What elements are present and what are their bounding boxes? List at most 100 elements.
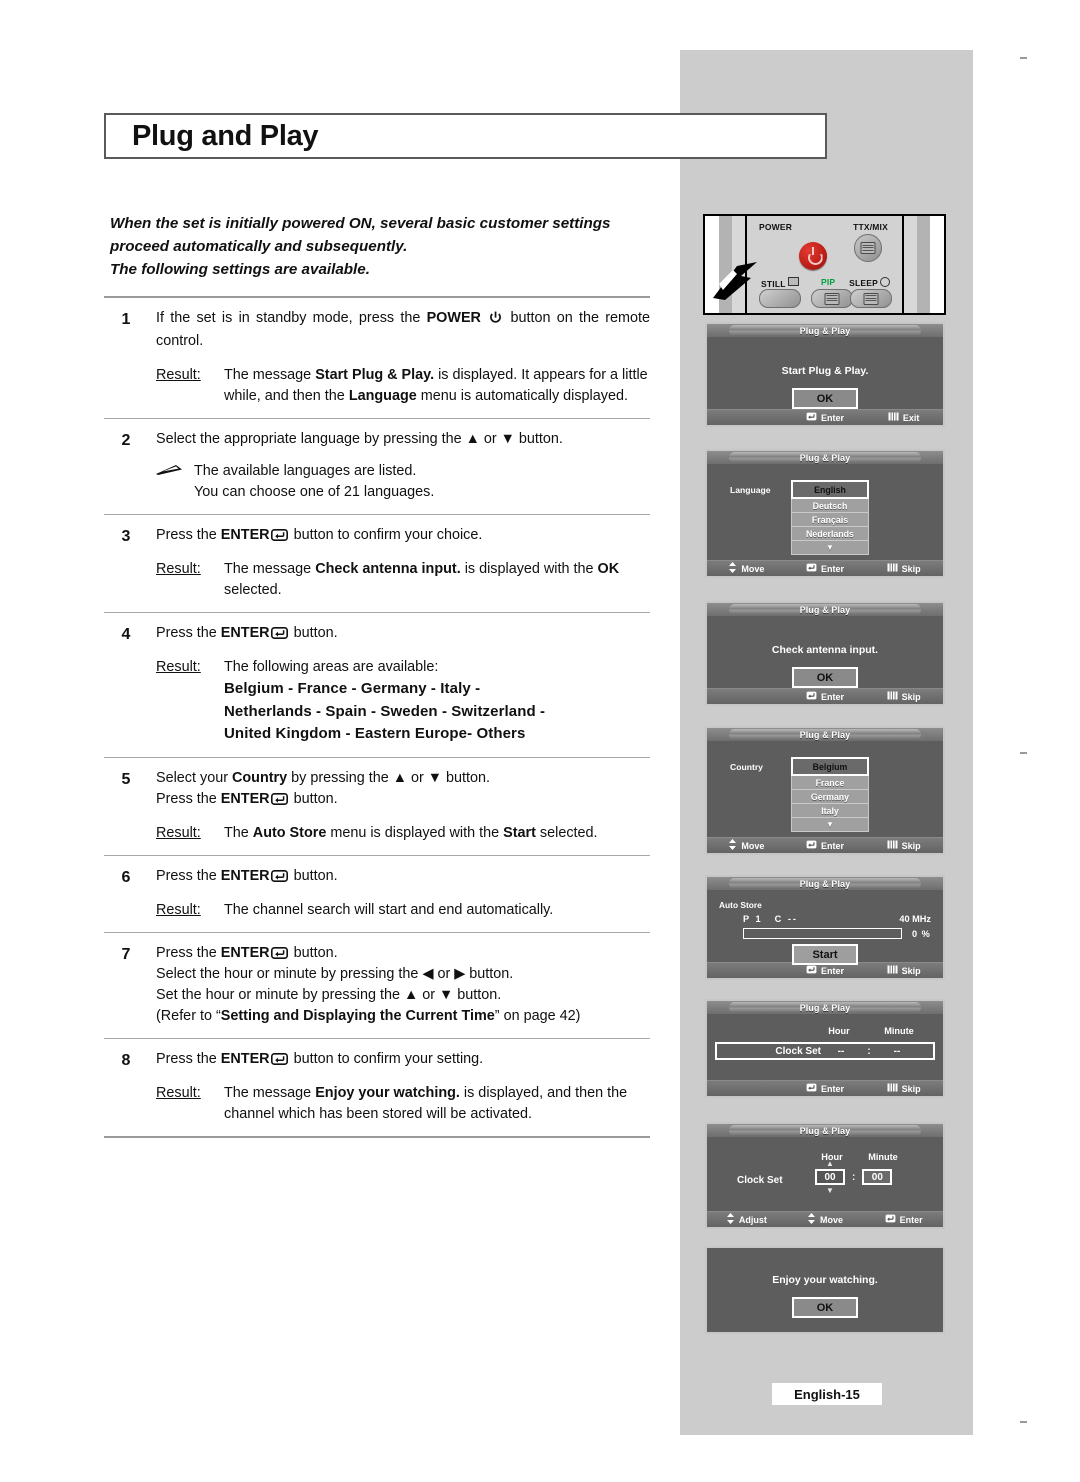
note-line: You can choose one of 21 languages. (194, 483, 435, 500)
osd-footer-item[interactable]: Adjust (707, 1213, 786, 1226)
clock-set-row[interactable]: Clock Set --: -- (715, 1042, 935, 1060)
osd-option-item[interactable]: English (791, 480, 869, 499)
move-arrows-icon (728, 839, 737, 852)
enter-icon (806, 1083, 817, 1094)
exit-icon (887, 840, 898, 849)
emphasis: Check antenna input. (315, 561, 461, 577)
ok-button[interactable]: OK (792, 1297, 858, 1318)
note-row: The available languages are listed. You c… (156, 461, 650, 503)
osd-footer-item[interactable]: Enter (786, 840, 865, 851)
progress-bar (743, 928, 902, 939)
step-line: Press the ENTER button to confirm your c… (156, 527, 483, 544)
osd-footer-item[interactable]: Enter (786, 691, 865, 702)
steps-list: 1 If the set is in standby mode, press th… (104, 296, 650, 1138)
osd-option-item[interactable]: Germany (791, 790, 869, 804)
hour-header: Hour (828, 1026, 850, 1036)
manual-page: Plug and Play When the set is initially … (0, 0, 1080, 1482)
osd-title-text: Plug & Play (799, 604, 851, 615)
result-label: Result: (156, 561, 201, 577)
remote-control-illustration: POWER TTX/MIX STILL PIP SLEEP (703, 214, 946, 315)
sleep-button[interactable] (850, 289, 892, 308)
osd-title-text: Plug & Play (799, 1125, 851, 1136)
osd-footer-item[interactable]: Skip (864, 691, 943, 702)
intro-line: When the set is initially powered ON, se… (110, 215, 611, 256)
osd-footer-item[interactable]: Skip (864, 840, 943, 851)
osd-message: Check antenna input. (771, 644, 879, 656)
ttx-mix-button[interactable] (854, 234, 882, 262)
enter-icon (806, 691, 817, 700)
osd-screen-auto-store: Plug & Play Auto Store P 1 C -- 40 MHz 0 % Sta… (705, 875, 945, 980)
osd-option-item[interactable]: Nederlands (791, 527, 869, 541)
step-item: 8 Press the ENTER button to confirm your … (104, 1039, 650, 1136)
osd-footer-item[interactable]: Skip (864, 1083, 943, 1094)
osd-footer-label: Skip (901, 840, 921, 851)
exit-icon (887, 1083, 898, 1092)
osd-footer-item[interactable]: Enter (864, 1214, 943, 1225)
sleep-clock-icon (880, 277, 890, 287)
osd-option-item[interactable]: Italy (791, 804, 869, 818)
decrement-arrow-icon[interactable]: ▼ (819, 1186, 841, 1195)
osd-footer-item[interactable]: Enter (786, 563, 865, 574)
osd-title-bar: Plug & Play (707, 728, 943, 741)
hour-value[interactable]: -- (821, 1046, 861, 1057)
osd-footer-item[interactable]: Move (707, 562, 786, 575)
osd-footer-label: Skip (901, 563, 921, 574)
osd-option-item[interactable]: Belgium (791, 757, 869, 776)
osd-body: Auto Store P 1 C -- 40 MHz 0 % Start (707, 890, 943, 965)
emphasis: Setting and Displaying the Current Time (220, 1008, 495, 1024)
osd-option-item[interactable]: France (791, 776, 869, 790)
osd-title-text: Plug & Play (799, 325, 851, 336)
step-body: Press the ENTER button. Select the hour o… (156, 943, 650, 1027)
enter-icon (806, 840, 817, 851)
start-button[interactable]: Start (792, 944, 858, 965)
osd-more-arrow-icon[interactable]: ▼ (791, 818, 869, 832)
emphasis: Enjoy your watching. (315, 1085, 460, 1102)
osd-footer-item[interactable]: Enter (786, 1083, 865, 1094)
enter-icon (270, 792, 288, 805)
result-text: The message Start Plug & Play. is displa… (224, 366, 648, 404)
exit-icon (887, 965, 898, 974)
minute-value[interactable]: 00 (862, 1169, 893, 1185)
step-item: 1 If the set is in standby mode, press th… (104, 298, 650, 418)
ok-button[interactable]: OK (792, 667, 858, 688)
minute-value[interactable]: -- (877, 1046, 917, 1057)
step-number: 8 (121, 1052, 131, 1070)
osd-footer-item[interactable]: Enter (786, 412, 865, 423)
emphasis: ENTER (220, 1051, 270, 1068)
step-body: If the set is in standby mode, press the… (156, 308, 650, 407)
step-number: 2 (121, 432, 131, 449)
osd-option-item[interactable]: Deutsch (791, 499, 869, 513)
power-button[interactable] (799, 242, 827, 270)
osd-message: Enjoy your watching. (772, 1274, 878, 1286)
skip-icon (887, 840, 898, 851)
osd-more-arrow-icon[interactable]: ▼ (791, 541, 869, 555)
note-line: The available languages are listed. (194, 462, 417, 479)
osd-title-text: Plug & Play (799, 729, 851, 740)
osd-footer-item[interactable]: Skip (864, 965, 943, 976)
step-line: Set the hour or minute by pressing the ▲… (156, 987, 502, 1004)
minute-header: Minute (868, 1152, 898, 1162)
osd-title-text: Plug & Play (799, 452, 851, 463)
step-number: 1 (121, 311, 131, 328)
osd-title-bar: Plug & Play (707, 1124, 943, 1137)
osd-field-label: Language (730, 485, 771, 495)
time-colon: : (867, 1045, 871, 1057)
osd-screen-country: Plug & Play Country Belgium France Germany It… (705, 726, 945, 855)
result-label: Result: (156, 1085, 201, 1102)
osd-footer-item[interactable]: Move (786, 1213, 865, 1226)
osd-footer-item[interactable]: Enter (786, 965, 865, 976)
osd-footer-item[interactable]: Exit (864, 412, 943, 423)
emphasis: ENTER (220, 527, 270, 544)
osd-option-item[interactable]: Français (791, 513, 869, 527)
hour-value[interactable]: 00 (815, 1169, 845, 1185)
step-line: Select the hour or minute by pressing th… (156, 966, 514, 983)
ok-button[interactable]: OK (792, 388, 858, 409)
osd-footer-item[interactable]: Skip (864, 563, 943, 574)
pip-button[interactable] (811, 289, 853, 308)
emphasis: ENTER (220, 790, 270, 807)
increment-arrow-icon[interactable]: ▲ (819, 1159, 841, 1168)
step-body: Press the ENTER button. Result: The follow… (156, 623, 650, 745)
clock-fields: 00:00 (815, 1169, 893, 1185)
osd-screen-antenna: Plug & Play Check antenna input. OK Enter Sk… (705, 601, 945, 706)
osd-footer-item[interactable]: Move (707, 839, 786, 852)
